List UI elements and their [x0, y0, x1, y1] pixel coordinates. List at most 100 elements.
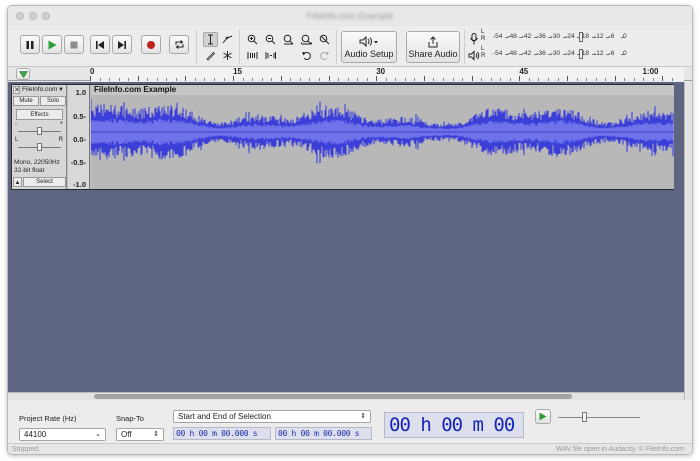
clip-title[interactable]: FileInfo.com Example — [91, 85, 674, 95]
redo-button[interactable] — [317, 48, 332, 63]
play-button[interactable] — [42, 35, 62, 54]
timeline-ruler[interactable]: 0 15 30 45 1:00 — [8, 66, 692, 81]
chevron-down-icon: ⌄ — [95, 431, 101, 438]
ruler-tick — [633, 78, 635, 81]
vertical-scrollbar[interactable] — [684, 82, 692, 400]
waveform[interactable] — [91, 95, 674, 189]
track-control-panel: ✕ FileInfo.com ▼ Mute Solo Effects - + L… — [12, 85, 67, 189]
record-meter-slider-thumb[interactable] — [579, 32, 583, 42]
record-meter-button[interactable] — [466, 31, 481, 46]
play-at-speed-button[interactable] — [535, 409, 551, 424]
silence-audio-button[interactable] — [263, 48, 278, 63]
chevron-down-icon: ▼ — [58, 87, 64, 93]
mute-button[interactable]: Mute — [13, 96, 39, 106]
ruler-tick — [280, 76, 282, 81]
share-audio-button[interactable]: Share Audio — [406, 31, 460, 63]
stop-button[interactable] — [64, 35, 84, 54]
close-track-icon[interactable]: ✕ — [13, 86, 20, 94]
ruler-tick — [471, 76, 473, 81]
audio-track[interactable]: ✕ FileInfo.com ▼ Mute Solo Effects - + L… — [11, 84, 674, 190]
pan-right-label: R — [58, 137, 63, 143]
timeline-options-button[interactable] — [16, 68, 30, 80]
select-track-button[interactable]: Select — [23, 177, 66, 187]
collapse-track-icon[interactable]: ▲ — [13, 177, 22, 187]
skip-to-end-button[interactable] — [112, 35, 132, 54]
record-meter-tick-label: -42 — [521, 33, 532, 40]
playback-meter[interactable]: -54 -48 -42 -36 -30 -24 -18 -12 -6 0 — [493, 49, 640, 61]
selection-end-time[interactable]: 00 h 00 m 00.000 s — [275, 427, 372, 440]
ruler-tick — [299, 78, 301, 81]
track-panel[interactable]: ✕ FileInfo.com ▼ Mute Solo Effects - + L… — [8, 82, 684, 392]
zoom-in-button[interactable] — [245, 32, 260, 47]
ruler-tick — [490, 78, 492, 81]
track-name-menu[interactable]: FileInfo.com ▼ — [22, 86, 65, 94]
record-button[interactable] — [141, 35, 161, 54]
ruler-tick — [481, 78, 483, 81]
ruler-tick-label: 45 — [519, 67, 529, 76]
envelope-tool-button[interactable] — [220, 32, 235, 47]
selection-mode-value: Start and End of Selection — [178, 412, 271, 421]
ruler-scale[interactable]: 0 15 30 45 1:00 — [90, 67, 684, 81]
zoom-in-icon — [247, 34, 258, 45]
vertical-amplitude-scale[interactable]: 1.0 0.5- 0.0- -0.5- -1.0 — [68, 85, 90, 189]
ruler-tick — [528, 78, 530, 81]
record-meter[interactable]: -54 -48 -42 -36 -30 -24 -18 -12 -6 0 — [493, 32, 640, 44]
zoom-fit-icon — [301, 34, 312, 45]
text-cursor-icon — [208, 34, 213, 45]
record-meter-tick-label: -24 — [565, 33, 575, 40]
zoom-toggle-button[interactable] — [317, 32, 332, 47]
pan-left-label: L — [15, 137, 19, 143]
solo-button[interactable]: Solo — [40, 96, 66, 106]
project-rate-select[interactable]: 44100 ⌄ — [19, 428, 106, 441]
redo-icon — [320, 52, 329, 60]
chevron-updown-icon: ⇕ — [360, 413, 366, 420]
skip-to-start-button[interactable] — [90, 35, 110, 54]
selection-end-value: 00 h 00 m 00.000 s — [278, 429, 360, 438]
playback-speed-slider[interactable] — [558, 417, 640, 418]
fit-project-button[interactable] — [299, 32, 314, 47]
ruler-tick — [118, 78, 120, 81]
snap-to-select[interactable]: Off ⇕ — [116, 428, 164, 441]
solo-label: Solo — [46, 98, 59, 104]
ruler-tick — [156, 78, 158, 81]
zoom-out-icon — [265, 34, 276, 45]
track-name: FileInfo.com — [22, 86, 58, 93]
gain-slider-thumb[interactable] — [37, 127, 42, 135]
silence-icon — [265, 52, 276, 59]
ruler-tick — [242, 78, 244, 81]
effects-button[interactable]: Effects — [16, 109, 63, 120]
playback-meter-tick-label: -42 — [521, 50, 532, 57]
multi-tool-button[interactable] — [220, 48, 235, 63]
trim-audio-button[interactable] — [245, 48, 260, 63]
fit-selection-button[interactable] — [281, 32, 296, 47]
selection-mode-select[interactable]: Start and End of Selection ⇕ — [173, 410, 371, 423]
ruler-tick — [233, 76, 235, 81]
draw-tool-button[interactable] — [203, 48, 218, 63]
zoom-selection-icon — [283, 34, 294, 45]
selection-start-value: 00 h 00 m 00.000 s — [176, 429, 258, 438]
audio-position-display[interactable]: 00 h 00 m 00 s — [384, 412, 524, 454]
ruler-tick — [366, 78, 368, 81]
playback-meter-slider-thumb[interactable] — [579, 49, 583, 59]
pan-slider-thumb[interactable] — [37, 143, 42, 151]
playback-speed-slider-thumb[interactable] — [582, 412, 587, 422]
snap-to-value: Off — [121, 430, 132, 439]
scale-label: -0.5- — [70, 158, 86, 167]
zoom-out-button[interactable] — [263, 32, 278, 47]
ruler-tick-label: 30 — [376, 67, 386, 76]
audio-setup-button[interactable]: Audio Setup — [341, 31, 397, 63]
ruler-tick — [423, 76, 425, 81]
selection-tool-button[interactable] — [203, 32, 218, 47]
horizontal-scrollbar[interactable] — [8, 392, 684, 400]
undo-button[interactable] — [299, 48, 314, 63]
selection-start-time[interactable]: 00 h 00 m 00.000 s — [173, 427, 271, 440]
horizontal-scrollbar-thumb[interactable] — [94, 394, 572, 399]
audio-clip[interactable]: FileInfo.com Example — [91, 85, 674, 189]
track-format-bits: 32-bit float — [14, 167, 45, 174]
loop-button[interactable] — [169, 35, 189, 54]
ruler-tick — [290, 78, 292, 81]
playback-meter-button[interactable] — [466, 48, 481, 63]
ruler-tick — [385, 78, 387, 81]
pause-button[interactable] — [20, 35, 40, 54]
playback-meter-tick-label: -6 — [608, 50, 615, 57]
